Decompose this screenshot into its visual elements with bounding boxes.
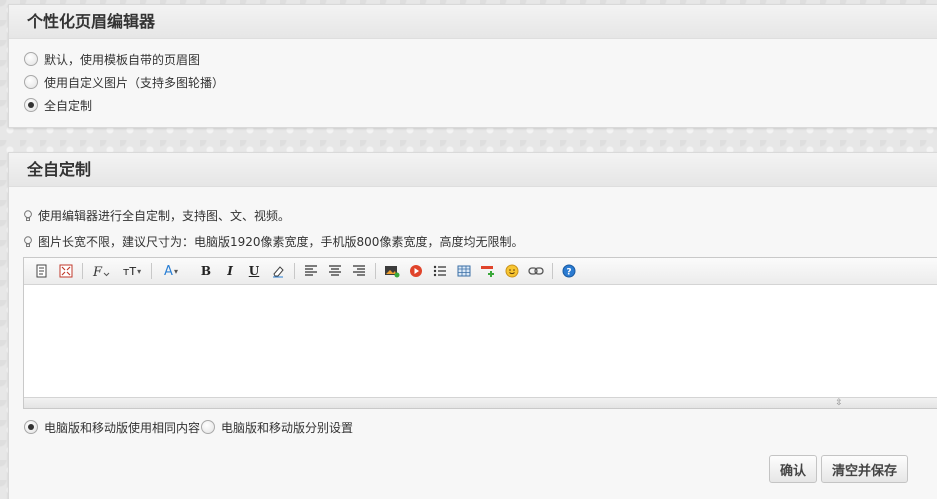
lightbulb-icon: [24, 209, 32, 221]
insert-table-icon[interactable]: [454, 261, 474, 281]
option-same-content[interactable]: 电脑版和移动版使用相同内容: [24, 419, 200, 435]
emoji-icon[interactable]: [502, 261, 522, 281]
radio-default-header[interactable]: [24, 52, 38, 66]
tip-editor-usage: 使用编辑器进行全自定制，支持图、文、视频。: [23, 207, 290, 224]
bold-label: B: [200, 264, 212, 278]
font-color-label: A: [164, 263, 173, 279]
insert-video-icon[interactable]: [406, 261, 426, 281]
svg-text:F: F: [92, 265, 103, 278]
source-code-icon[interactable]: [32, 261, 52, 281]
toolbar-separator: [151, 263, 152, 279]
option-separate-content-label: 电脑版和移动版分别设置: [221, 420, 354, 435]
insert-row-icon[interactable]: [478, 261, 498, 281]
lightbulb-icon: [24, 235, 32, 247]
option-same-content-label: 电脑版和移动版使用相同内容: [44, 420, 201, 435]
rich-text-editor: F тT ▾ A ▾ B I U ? ⇳: [23, 257, 937, 409]
font-size-icon[interactable]: тT ▾: [119, 261, 145, 281]
editor-resize-bar[interactable]: ⇳: [24, 397, 937, 408]
option-full-custom[interactable]: 全自定制: [24, 97, 92, 113]
full-custom-title: 全自定制: [9, 153, 937, 187]
toolbar-separator: [552, 263, 553, 279]
radio-full-custom[interactable]: [24, 98, 38, 112]
editor-toolbar: F тT ▾ A ▾ B I U ?: [24, 258, 937, 285]
help-icon[interactable]: ?: [559, 261, 579, 281]
radio-same-content[interactable]: [24, 420, 38, 434]
resize-grip-icon[interactable]: ⇳: [832, 399, 846, 408]
header-editor-title: 个性化页眉编辑器: [9, 5, 937, 39]
align-center-icon[interactable]: [325, 261, 345, 281]
toolbar-separator: [294, 263, 295, 279]
align-left-icon[interactable]: [301, 261, 321, 281]
fullscreen-icon[interactable]: [56, 261, 76, 281]
tip-image-size-text: 图片长宽不限，建议尺寸为：电脑版1920像素宽度，手机版800像素宽度，高度均无…: [38, 235, 524, 249]
option-separate-content[interactable]: 电脑版和移动版分别设置: [201, 419, 353, 435]
toolbar-separator: [82, 263, 83, 279]
tip-image-size: 图片长宽不限，建议尺寸为：电脑版1920像素宽度，手机版800像素宽度，高度均无…: [23, 233, 523, 250]
option-default-header[interactable]: 默认，使用模板自带的页眉图: [24, 51, 200, 67]
eraser-icon[interactable]: [268, 261, 288, 281]
svg-text:?: ?: [566, 268, 571, 278]
editor-content-area[interactable]: [24, 285, 937, 397]
radio-custom-images[interactable]: [24, 75, 38, 89]
confirm-button[interactable]: 确认: [769, 455, 817, 483]
bold-icon[interactable]: B: [196, 261, 216, 281]
bullet-list-icon[interactable]: [430, 261, 450, 281]
option-default-header-label: 默认，使用模板自带的页眉图: [44, 52, 201, 67]
font-color-icon[interactable]: A ▾: [158, 261, 184, 281]
underline-icon[interactable]: U: [244, 261, 264, 281]
font-size-label: тT: [122, 264, 137, 278]
insert-image-icon[interactable]: [382, 261, 402, 281]
underline-label: U: [248, 264, 260, 278]
link-icon[interactable]: [526, 261, 546, 281]
clear-and-save-button[interactable]: 清空并保存: [821, 455, 908, 483]
option-custom-images[interactable]: 使用自定义图片（支持多图轮播）: [24, 74, 224, 90]
header-editor-panel: 个性化页眉编辑器 默认，使用模板自带的页眉图 使用自定义图片（支持多图轮播） 全…: [8, 4, 937, 128]
option-full-custom-label: 全自定制: [44, 98, 93, 113]
option-custom-images-label: 使用自定义图片（支持多图轮播）: [44, 75, 225, 90]
align-right-icon[interactable]: [349, 261, 369, 281]
italic-label: I: [227, 264, 233, 278]
full-custom-panel: 全自定制 使用编辑器进行全自定制，支持图、文、视频。 图片长宽不限，建议尺寸为：…: [8, 152, 937, 499]
font-family-icon[interactable]: F: [89, 261, 115, 281]
radio-separate-content[interactable]: [201, 420, 215, 434]
italic-icon[interactable]: I: [220, 261, 240, 281]
tip-editor-usage-text: 使用编辑器进行全自定制，支持图、文、视频。: [38, 209, 291, 223]
toolbar-separator: [375, 263, 376, 279]
